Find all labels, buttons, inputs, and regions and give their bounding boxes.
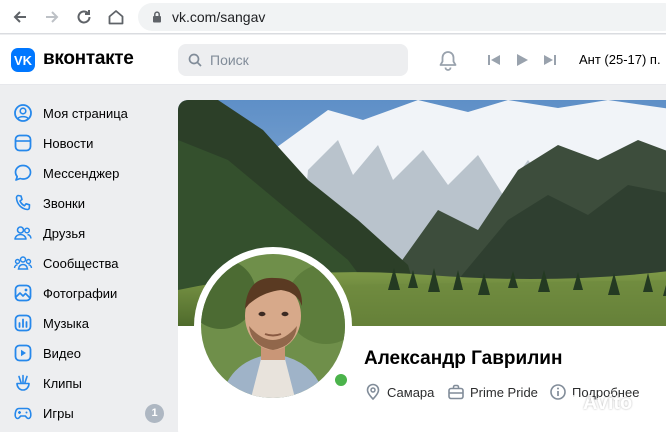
sidebar-item-label: Видео <box>43 345 81 361</box>
avatar[interactable] <box>201 254 345 398</box>
sidebar-item-music[interactable]: Музыка <box>0 308 170 338</box>
online-status-dot <box>332 371 350 389</box>
profile-city[interactable]: Самара <box>364 383 434 401</box>
communities-icon <box>13 253 33 273</box>
arrow-left-icon <box>13 11 26 23</box>
sidebar-item-label: Игры <box>43 405 74 421</box>
profile-work[interactable]: Prime Pride <box>447 383 538 401</box>
sidebar-item-label: Мессенджер <box>43 165 120 181</box>
previous-track-icon[interactable] <box>486 52 502 68</box>
games-counter-badge: 1 <box>145 403 164 423</box>
avatar-frame <box>194 247 352 405</box>
sidebar-item-news[interactable]: Новости <box>0 128 170 158</box>
city-text: Самара <box>387 384 435 400</box>
user-circle-icon <box>13 103 33 123</box>
sidebar-item-video[interactable]: Видео <box>0 338 170 368</box>
sidebar-item-communities[interactable]: Сообщества <box>0 248 170 278</box>
sidebar-item-label: Новости <box>43 135 94 151</box>
notifications-bell-icon[interactable] <box>437 49 459 71</box>
avito-watermark: Avito <box>558 392 632 415</box>
home-button[interactable] <box>105 6 127 28</box>
forward-button[interactable] <box>41 6 63 28</box>
sidebar-item-messenger[interactable]: Мессенджер <box>0 158 170 188</box>
location-pin-icon <box>366 383 380 401</box>
sidebar-item-label: Звонки <box>43 195 85 211</box>
site-logo-text[interactable]: вконтакте <box>43 48 134 70</box>
friends-icon <box>13 223 33 243</box>
next-track-icon[interactable] <box>542 52 558 68</box>
address-bar[interactable]: vk.com/sangav <box>138 3 666 31</box>
sidebar-item-label: Клипы <box>43 375 82 391</box>
play-icon[interactable] <box>514 52 530 68</box>
arrow-right-icon <box>46 11 59 23</box>
watermark-text: Avito <box>583 392 633 414</box>
phone-icon <box>13 193 33 213</box>
reload-button[interactable] <box>73 6 95 28</box>
sidebar-item-calls[interactable]: Звонки <box>0 188 170 218</box>
browser-toolbar: vk.com/sangav <box>0 0 666 34</box>
back-button[interactable] <box>9 6 31 28</box>
sidebar-item-label: Моя страница <box>43 105 128 121</box>
music-icon <box>13 313 33 333</box>
sidebar-item-label: Фотографии <box>43 285 118 301</box>
video-icon <box>13 343 33 363</box>
profile-card: Александр Гаврилин Самара Prime Pride По… <box>178 100 666 432</box>
briefcase-icon <box>448 384 464 400</box>
site-header: VK вконтакте Ант (25-17) п. <box>0 35 666 85</box>
message-icon <box>13 163 33 183</box>
sidebar-item-friends[interactable]: Друзья <box>0 218 170 248</box>
sidebar-item-label: Сообщества <box>43 255 119 271</box>
work-text: Prime Pride <box>470 384 538 400</box>
sidebar-item-my-page[interactable]: Моя страница <box>0 98 170 128</box>
sidebar-item-clips[interactable]: Клипы <box>0 368 170 398</box>
profile-name: Александр Гаврилин <box>364 348 563 369</box>
sidebar-item-photos[interactable]: Фотографии <box>0 278 170 308</box>
clips-icon <box>13 373 33 393</box>
newsfeed-icon <box>13 133 33 153</box>
search-icon <box>188 53 202 67</box>
reload-icon <box>77 10 91 24</box>
photo-icon <box>13 283 33 303</box>
avito-logo-icon <box>558 394 578 413</box>
url-text: vk.com/sangav <box>172 9 266 25</box>
sidebar-item-games[interactable]: Игры 1 <box>0 398 170 428</box>
lock-icon <box>153 11 161 23</box>
avatar-photo <box>201 254 345 398</box>
sidebar-item-label: Друзья <box>43 225 86 241</box>
sidebar-item-label: Музыка <box>43 315 89 331</box>
search-input[interactable] <box>210 50 400 70</box>
home-icon <box>108 10 124 25</box>
now-playing-title[interactable]: Ант (25-17) п. <box>579 52 661 67</box>
vk-logo-icon[interactable]: VK <box>11 48 35 72</box>
games-icon <box>13 403 33 423</box>
search-field[interactable] <box>178 44 408 76</box>
